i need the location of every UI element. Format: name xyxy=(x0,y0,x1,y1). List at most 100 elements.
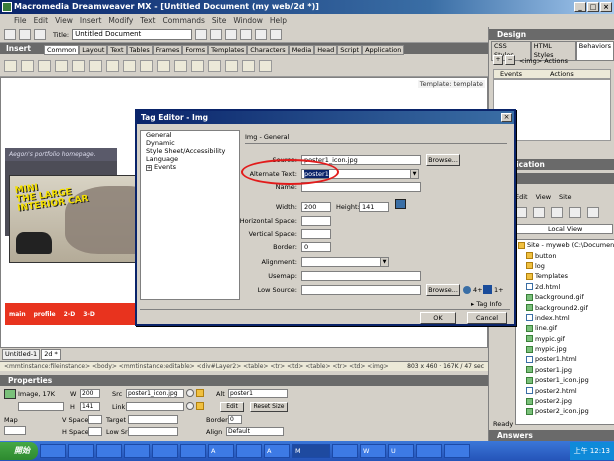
file-management-icon[interactable] xyxy=(195,29,208,40)
tab-text[interactable]: Text xyxy=(107,45,127,55)
view-options-icon[interactable] xyxy=(270,29,283,40)
source-browse-button[interactable]: Browse... xyxy=(426,154,460,166)
menu-view[interactable]: View xyxy=(55,16,73,25)
menu-window[interactable]: Window xyxy=(233,16,263,25)
nav-profile[interactable]: profile xyxy=(34,311,56,318)
title-input[interactable]: Untitled Document xyxy=(72,29,193,40)
hspace-input[interactable] xyxy=(301,216,331,226)
file-item[interactable]: line.gif xyxy=(516,323,614,333)
menu-modify[interactable]: Modify xyxy=(108,16,133,25)
expand-plus-icon[interactable]: + xyxy=(146,165,152,171)
taskbar-task-button[interactable] xyxy=(180,444,206,458)
tree-style-accessibility[interactable]: Style Sheet/Accessibility xyxy=(141,147,239,155)
minimize-button[interactable]: _ xyxy=(574,2,586,12)
navigation-bar-icon[interactable] xyxy=(174,59,187,72)
file-item[interactable]: poster1.jpg xyxy=(516,365,614,375)
split-view-icon[interactable] xyxy=(19,29,31,40)
tag-info-toggle[interactable]: ▸ Tag Info xyxy=(471,300,502,308)
rollover-image-icon[interactable] xyxy=(157,59,170,72)
vspace-input[interactable] xyxy=(301,229,331,239)
file-item[interactable]: poster2.jpg xyxy=(516,396,614,406)
tree-general[interactable]: General xyxy=(141,131,239,139)
comment-icon[interactable] xyxy=(242,59,255,72)
taskbar-task-button[interactable]: M xyxy=(292,444,330,458)
tab-frames[interactable]: Frames xyxy=(152,45,183,55)
point-to-file-icon[interactable] xyxy=(186,389,194,397)
file-item[interactable]: button xyxy=(516,250,614,260)
design-panel-header[interactable]: Design xyxy=(489,29,614,40)
prop-name-input[interactable] xyxy=(18,402,64,411)
taskbar-task-button[interactable] xyxy=(40,444,66,458)
lowsrc-input[interactable] xyxy=(301,285,421,295)
taskbar-task-button[interactable] xyxy=(96,444,122,458)
taskbar-task-button[interactable]: W xyxy=(360,444,386,458)
tab-application[interactable]: Application xyxy=(362,45,405,55)
menu-insert[interactable]: Insert xyxy=(80,16,102,25)
menu-site[interactable]: Site xyxy=(212,16,226,25)
file-item[interactable]: Templates xyxy=(516,271,614,281)
close-button[interactable]: × xyxy=(600,2,612,12)
nav-main[interactable]: main xyxy=(9,311,26,318)
date-icon[interactable] xyxy=(208,59,221,72)
reference-icon[interactable] xyxy=(240,29,253,40)
site-menu-site[interactable]: Site xyxy=(559,193,571,201)
maximize-button[interactable]: □ xyxy=(587,2,599,12)
remove-behavior-button[interactable]: − xyxy=(505,55,515,65)
taskbar-task-button[interactable] xyxy=(124,444,150,458)
taskbar-task-button[interactable] xyxy=(152,444,178,458)
site-menu-edit[interactable]: Edit xyxy=(515,193,528,201)
taskbar-task-button[interactable] xyxy=(68,444,94,458)
prop-w-input[interactable]: 200 xyxy=(80,389,100,398)
site-file-list[interactable]: Site - myweb (C:\Documents a buttonlog Te… xyxy=(515,239,614,425)
file-item[interactable]: mypic.gif xyxy=(516,334,614,344)
file-item[interactable]: background2.gif xyxy=(516,302,614,312)
get-files-icon[interactable] xyxy=(551,207,563,218)
nav-3d[interactable]: 3-D xyxy=(83,311,95,318)
taskbar-task-button[interactable]: A xyxy=(208,444,234,458)
cancel-button[interactable]: Cancel xyxy=(467,312,507,324)
file-item[interactable]: index.html xyxy=(516,313,614,323)
file-item[interactable]: poster2_icon.jpg xyxy=(516,406,614,416)
link-point-icon[interactable] xyxy=(186,402,194,410)
alignment-select[interactable]: ▼ xyxy=(301,257,389,267)
email-link-icon[interactable] xyxy=(21,59,34,72)
preview-icon[interactable] xyxy=(210,29,223,40)
prop-hspace-input[interactable] xyxy=(88,427,102,436)
alignment-dropdown-icon[interactable]: ▼ xyxy=(380,258,388,266)
prop-vspace-input[interactable] xyxy=(88,415,102,424)
lowsrc-browse-button[interactable]: Browse... xyxy=(426,284,460,296)
code-view-icon[interactable] xyxy=(4,29,16,40)
ok-button[interactable]: OK xyxy=(420,312,456,324)
menu-commands[interactable]: Commands xyxy=(162,16,204,25)
file-item[interactable]: log xyxy=(516,261,614,271)
taskbar-task-button[interactable] xyxy=(416,444,442,458)
tab-tables[interactable]: Tables xyxy=(126,45,153,55)
alt-dropdown-icon[interactable]: ▼ xyxy=(410,170,418,178)
tab-forms[interactable]: Forms xyxy=(182,45,209,55)
reset-size-icon[interactable] xyxy=(395,199,406,209)
layer-icon[interactable] xyxy=(72,59,85,72)
tab-head[interactable]: Head xyxy=(314,45,338,55)
fireworks-html-icon[interactable] xyxy=(123,59,136,72)
answers-panel-header[interactable]: Answers xyxy=(489,430,614,441)
properties-header[interactable]: Properties xyxy=(0,375,488,386)
expand-icon[interactable] xyxy=(587,207,599,218)
add-behavior-button[interactable]: + xyxy=(493,55,503,65)
file-item[interactable]: poster2.html xyxy=(516,385,614,395)
tab-media[interactable]: Media xyxy=(288,45,315,55)
prop-align-select[interactable]: Default xyxy=(226,427,284,436)
image-icon[interactable] xyxy=(89,59,102,72)
start-button[interactable]: 開始 xyxy=(0,442,38,460)
prop-map-input[interactable] xyxy=(4,426,26,435)
prop-lowsrc-input[interactable] xyxy=(128,427,178,436)
table-icon[interactable] xyxy=(55,59,68,72)
file-item[interactable]: poster1.html xyxy=(516,354,614,364)
tab-layout[interactable]: Layout xyxy=(79,45,108,55)
link-folder-icon[interactable] xyxy=(196,402,204,410)
view-select[interactable]: Local View xyxy=(515,224,613,234)
prop-link-input[interactable] xyxy=(126,402,184,411)
named-anchor-icon[interactable] xyxy=(38,59,51,72)
taskbar-task-button[interactable]: U xyxy=(388,444,414,458)
tab-characters[interactable]: Characters xyxy=(247,45,289,55)
refresh-icon[interactable] xyxy=(225,29,238,40)
